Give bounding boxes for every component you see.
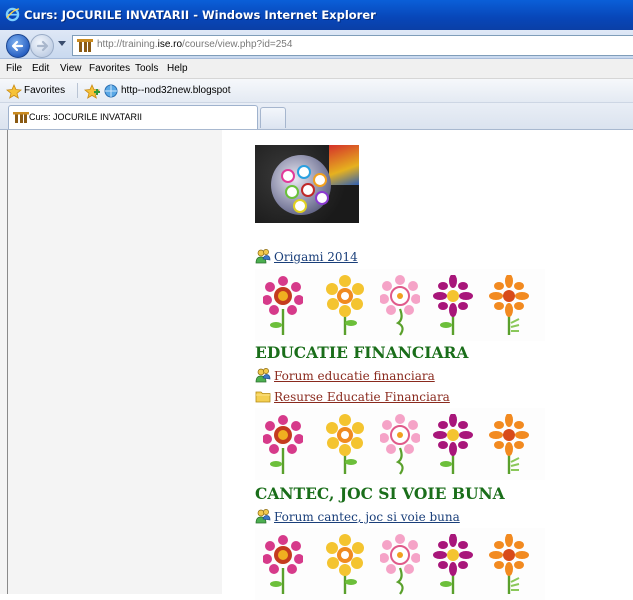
crochet-ball-image bbox=[255, 145, 359, 223]
menu-help[interactable]: Help bbox=[167, 63, 188, 74]
link-origami-2014[interactable]: Origami 2014 bbox=[274, 250, 358, 264]
tab-bar: Curs: JOCURILE INVATARII bbox=[0, 103, 633, 130]
add-favorite-icon[interactable] bbox=[84, 84, 101, 99]
favorite-link-nod32[interactable]: http--nod32new.blogspot bbox=[121, 85, 231, 96]
site-favicon-icon bbox=[77, 39, 93, 52]
link-forum-cantec-joc[interactable]: Forum cantec, joc si voie buna bbox=[274, 510, 460, 524]
menu-edit[interactable]: Edit bbox=[32, 63, 49, 74]
window-title: Curs: JOCURILE INVATARII - Windows Inter… bbox=[24, 8, 376, 22]
favorites-button[interactable]: Favorites bbox=[24, 85, 65, 96]
page-viewport: Origami 2014 EDUCATIE FINANCIARA Forum e… bbox=[0, 130, 633, 600]
site-favicon-icon bbox=[13, 112, 29, 123]
tab-curs[interactable]: Curs: JOCURILE INVATARII bbox=[8, 105, 258, 129]
flower-yellow-icon bbox=[326, 534, 364, 594]
flower-orange-icon bbox=[489, 414, 529, 474]
favorites-bar: Favorites http--nod32new.blogspot bbox=[0, 79, 633, 103]
menu-file[interactable]: File bbox=[6, 63, 22, 74]
flower-purple-icon bbox=[263, 415, 303, 474]
flower-purple-icon bbox=[263, 276, 303, 335]
url-domain: ise.ro bbox=[157, 39, 183, 50]
address-bar-row: http://training.ise.ro/course/view.php?i… bbox=[0, 30, 633, 59]
menu-bar: File Edit View Favorites Tools Help bbox=[0, 59, 633, 79]
course-content: Origami 2014 EDUCATIE FINANCIARA Forum e… bbox=[222, 130, 633, 600]
menu-tools[interactable]: Tools bbox=[135, 63, 158, 74]
forum-users-icon bbox=[255, 509, 271, 524]
forward-arrow-icon bbox=[36, 40, 49, 52]
flower-orange-icon bbox=[489, 275, 529, 335]
url-suffix: /course/view.php?id=254 bbox=[182, 39, 293, 50]
image-background bbox=[329, 145, 359, 185]
menu-view[interactable]: View bbox=[60, 63, 82, 74]
web-slice-icon bbox=[104, 84, 118, 98]
flower-banner bbox=[255, 408, 545, 480]
window-title-bar: Curs: JOCURILE INVATARII - Windows Inter… bbox=[0, 0, 633, 30]
menu-favorites[interactable]: Favorites bbox=[89, 63, 130, 74]
flower-magenta-icon bbox=[433, 534, 473, 594]
flower-pink-icon bbox=[380, 275, 420, 336]
flower-pink-icon bbox=[380, 534, 420, 595]
favorites-separator bbox=[77, 83, 78, 98]
flower-magenta-icon bbox=[433, 414, 473, 474]
url-text: http://training.ise.ro/course/view.php?i… bbox=[97, 39, 292, 50]
flower-yellow-icon bbox=[326, 414, 364, 474]
tab-label: Curs: JOCURILE INVATARII bbox=[29, 112, 143, 122]
section-heading-cantec-joc: CANTEC, JOC SI VOIE BUNA bbox=[255, 484, 505, 503]
link-resurse-educatie-financiara[interactable]: Resurse Educatie Financiara bbox=[274, 390, 450, 404]
flower-banner bbox=[255, 528, 545, 600]
forward-button[interactable] bbox=[30, 34, 54, 58]
flower-banner bbox=[255, 269, 545, 341]
url-prefix: http://training. bbox=[97, 39, 158, 50]
flower-orange-icon bbox=[489, 534, 529, 594]
section-heading-educatie-financiara: EDUCATIE FINANCIARA bbox=[255, 343, 469, 362]
flower-magenta-icon bbox=[433, 275, 473, 335]
forum-users-icon bbox=[255, 249, 271, 264]
address-input[interactable]: http://training.ise.ro/course/view.php?i… bbox=[72, 35, 633, 56]
flower-pink-icon bbox=[380, 414, 420, 475]
back-button[interactable] bbox=[6, 34, 30, 58]
ie-icon bbox=[5, 7, 20, 22]
folder-icon bbox=[255, 391, 271, 403]
back-arrow-icon bbox=[11, 40, 24, 52]
frame-edge bbox=[7, 130, 8, 594]
forum-users-icon bbox=[255, 368, 271, 383]
flower-purple-icon bbox=[263, 535, 303, 594]
link-forum-educatie-financiara[interactable]: Forum educatie financiara bbox=[274, 369, 435, 383]
flower-yellow-icon bbox=[326, 275, 364, 335]
history-dropdown-icon[interactable] bbox=[58, 41, 66, 46]
favorites-star-icon bbox=[6, 84, 22, 99]
new-tab-button[interactable] bbox=[260, 107, 286, 128]
